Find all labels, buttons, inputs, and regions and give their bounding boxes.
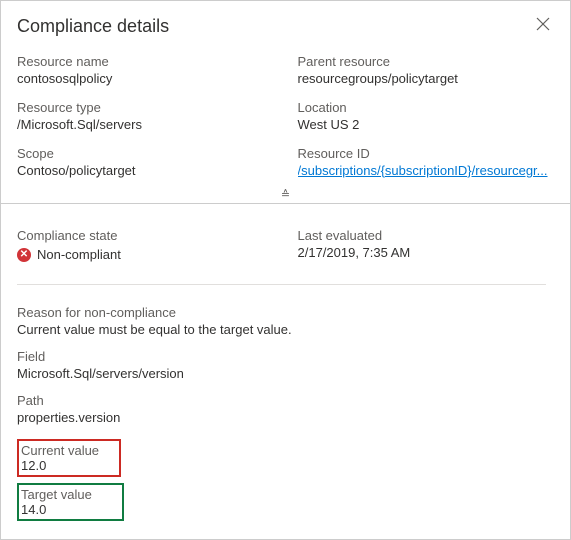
label-location: Location	[298, 100, 555, 115]
value-last-evaluated: 2/17/2019, 7:35 AM	[298, 245, 555, 260]
label-compliance-state: Compliance state	[17, 228, 274, 243]
label-scope: Scope	[17, 146, 274, 161]
field-last-evaluated: Last evaluated 2/17/2019, 7:35 AM	[298, 228, 555, 262]
label-last-evaluated: Last evaluated	[298, 228, 555, 243]
label-reason: Reason for non-compliance	[17, 305, 554, 320]
field-scope: Scope Contoso/policytarget	[17, 146, 274, 178]
label-resource-id: Resource ID	[298, 146, 555, 161]
close-button[interactable]	[532, 13, 554, 40]
label-resource-name: Resource name	[17, 54, 274, 69]
field-resource-name: Resource name contososqlpolicy	[17, 54, 274, 86]
link-resource-id[interactable]: /subscriptions/{subscriptionID}/resource…	[298, 163, 548, 178]
target-value-box: Target value 14.0	[17, 483, 124, 521]
field-resource-id: Resource ID /subscriptions/{subscription…	[298, 146, 555, 178]
close-icon	[536, 17, 550, 31]
label-current-value: Current value	[21, 443, 99, 458]
field-parent-resource: Parent resource resourcegroups/policytar…	[298, 54, 555, 86]
value-current-value: 12.0	[21, 458, 99, 473]
value-resource-type: /Microsoft.Sql/servers	[17, 117, 274, 132]
value-field: Microsoft.Sql/servers/version	[17, 366, 554, 381]
value-target-value: 14.0	[21, 502, 92, 517]
value-reason: Current value must be equal to the targe…	[17, 322, 554, 337]
current-value-box: Current value 12.0	[17, 439, 121, 477]
error-icon: ✕	[17, 248, 31, 262]
value-location: West US 2	[298, 117, 555, 132]
field-compliance-state: Compliance state ✕ Non-compliant	[17, 228, 274, 262]
field-location: Location West US 2	[298, 100, 555, 132]
value-compliance-state: Non-compliant	[37, 247, 121, 262]
label-resource-type: Resource type	[17, 100, 274, 115]
chevron-up-icon: ≙	[281, 189, 290, 201]
value-parent-resource: resourcegroups/policytarget	[298, 71, 555, 86]
label-target-value: Target value	[21, 487, 92, 502]
panel-title: Compliance details	[17, 16, 169, 37]
label-parent-resource: Parent resource	[298, 54, 555, 69]
value-scope: Contoso/policytarget	[17, 163, 274, 178]
field-resource-type: Resource type /Microsoft.Sql/servers	[17, 100, 274, 132]
label-field: Field	[17, 349, 554, 364]
collapse-toggle[interactable]: ≙	[1, 186, 570, 204]
value-path: properties.version	[17, 410, 554, 425]
value-resource-name: contososqlpolicy	[17, 71, 274, 86]
label-path: Path	[17, 393, 554, 408]
